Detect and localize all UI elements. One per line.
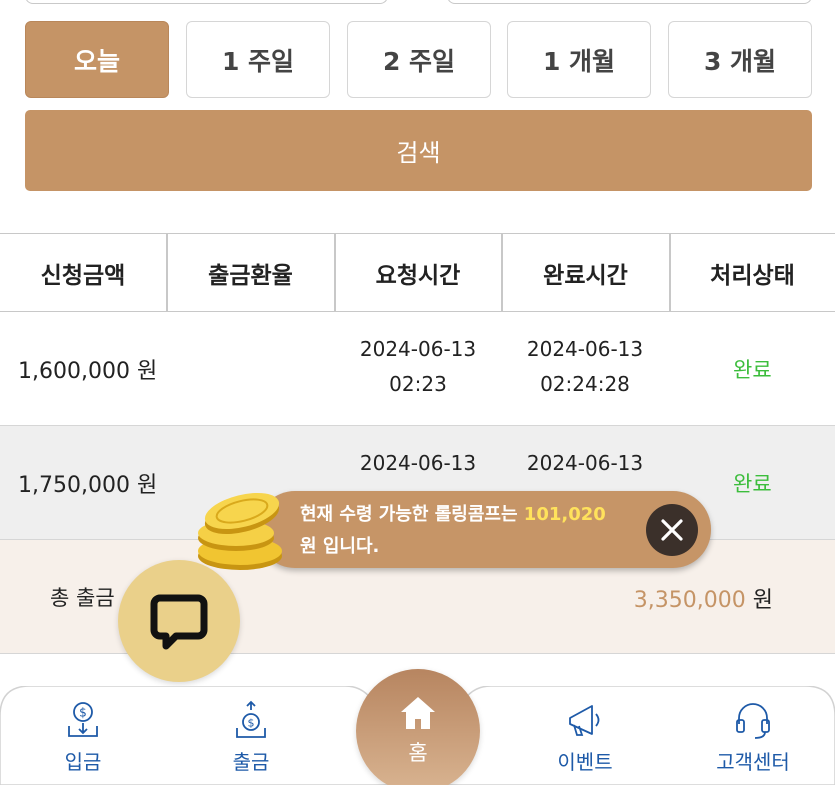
nav-deposit[interactable]: $ 입금 [23, 700, 143, 780]
nav-home-label: 홈 [408, 741, 428, 765]
complete-time: 02:24:28 [540, 372, 630, 396]
coins-icon [198, 492, 282, 570]
row-amount: 1,750,000 원 [18, 473, 158, 498]
end-date-field[interactable] [447, 0, 812, 4]
bottom-nav: $ 입금 $ 출금 홈 이벤트 고객센터 [0, 669, 835, 785]
date-inputs [25, 0, 812, 4]
headset-icon [736, 703, 770, 739]
total-unit: 원 [745, 588, 773, 613]
svg-text:$: $ [79, 706, 87, 720]
complete-date: 2024-06-13 [526, 451, 644, 475]
request-date: 2024-06-13 [359, 337, 477, 361]
header-amount: 신청금액 [40, 262, 126, 289]
chat-icon [150, 594, 208, 650]
table-header: 신청금액 출금환율 요청시간 완료시간 처리상태 [0, 233, 835, 312]
request-date: 2024-06-13 [359, 451, 477, 475]
megaphone-icon [569, 705, 600, 736]
chat-button[interactable] [118, 560, 240, 682]
close-icon [661, 519, 683, 541]
toast-text-end: 원 입니다. [300, 536, 380, 557]
svg-text:$: $ [248, 717, 255, 730]
period-3month-button[interactable]: 3 개월 [668, 21, 812, 98]
nav-event-label: 이벤트 [557, 750, 613, 774]
row-complete-time: 2024-06-13 02:24:28 [505, 332, 665, 402]
row-amount: 1,600,000 원 [18, 359, 158, 384]
header-complete-time: 완료시간 [543, 262, 628, 289]
start-date-field[interactable] [25, 0, 388, 4]
total-label: 총 출금 [50, 586, 115, 610]
period-1month-button[interactable]: 1 개월 [507, 21, 651, 98]
header-rate: 출금환율 [208, 262, 293, 289]
table-row: 1,600,000 원 2024-06-13 02:23 2024-06-13 … [0, 312, 835, 426]
withdraw-icon: $ [236, 700, 266, 738]
home-icon [401, 697, 435, 729]
total-amount: 3,350,000 [633, 588, 746, 613]
request-time: 02:23 [389, 372, 447, 396]
nav-support[interactable]: 고객센터 [693, 700, 813, 780]
deposit-icon: $ [68, 702, 98, 737]
status-badge: 완료 [733, 472, 772, 496]
toast-text: 현재 수령 가능한 롤링콤프는 [300, 504, 524, 525]
nav-support-label: 고객센터 [716, 750, 790, 774]
search-button[interactable]: 검색 [25, 110, 812, 191]
header-status: 처리상태 [710, 262, 795, 289]
period-today-button[interactable]: 오늘 [25, 21, 169, 98]
row-request-time: 2024-06-13 02:23 [338, 332, 498, 402]
period-2week-button[interactable]: 2 주일 [347, 21, 491, 98]
period-selector: 오늘 1 주일 2 주일 1 개월 3 개월 [25, 21, 812, 99]
toast-amount: 101,020 [523, 504, 606, 525]
total-value: 3,350,000 원 [634, 582, 773, 614]
toast-close-button[interactable] [646, 504, 698, 556]
complete-date: 2024-06-13 [526, 337, 644, 361]
rolling-comp-toast: 현재 수령 가능한 롤링콤프는 101,020 원 입니다. [257, 491, 711, 568]
nav-withdraw-label: 출금 [232, 750, 270, 774]
period-1week-button[interactable]: 1 주일 [186, 21, 330, 98]
nav-deposit-label: 입금 [64, 750, 102, 774]
status-badge: 완료 [733, 358, 772, 382]
nav-withdraw[interactable]: $ 출금 [191, 700, 311, 780]
toast-message: 현재 수령 가능한 롤링콤프는 101,020 원 입니다. [300, 499, 650, 563]
nav-event[interactable]: 이벤트 [525, 700, 645, 780]
row-complete-time: 2024-06-13 [505, 446, 665, 481]
row-request-time: 2024-06-13 [338, 446, 498, 481]
header-request-time: 요청시간 [375, 262, 461, 289]
nav-home-button[interactable]: 홈 [356, 669, 480, 785]
